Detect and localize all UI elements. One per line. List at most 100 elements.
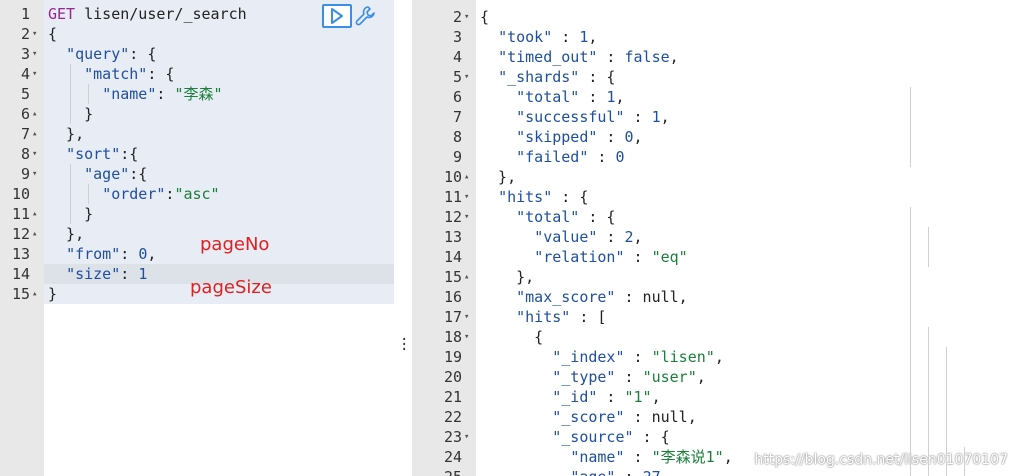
code-text: "age":{: [84, 165, 148, 183]
line-number: 16: [443, 288, 462, 306]
code-text: "hits" : [: [516, 308, 607, 326]
line-number: 24: [443, 448, 462, 466]
code-line: 3 "took" : 1,: [412, 27, 1016, 47]
fold-toggle-icon[interactable]: ▴: [464, 267, 469, 287]
code-text: "skipped" : 0,: [516, 128, 643, 146]
fold-toggle-icon[interactable]: ▾: [464, 427, 469, 447]
code-line: 19 "_index" : "lisen",: [412, 347, 1016, 367]
line-number: 13: [11, 245, 30, 263]
code-text: "_score" : null,: [552, 408, 697, 426]
line-number: 10: [443, 168, 462, 186]
code-text: }: [48, 285, 58, 303]
code-text: "from": 0,: [66, 245, 157, 263]
fold-toggle-icon[interactable]: ▴: [32, 224, 37, 244]
fold-toggle-icon[interactable]: ▴: [32, 104, 37, 124]
line-number: 7: [452, 108, 462, 126]
run-request-button[interactable]: [322, 4, 352, 28]
drag-handle-icon: · · ·: [400, 332, 409, 358]
code-text: "order":"asc": [102, 185, 220, 203]
code-line: 23 ▾ "_source" : {: [412, 427, 1016, 447]
code-text: },: [48, 225, 85, 243]
indent-guide: [946, 347, 947, 476]
fold-toggle-icon[interactable]: ▾: [464, 7, 469, 27]
code-line: 7 ▴ },: [0, 124, 394, 144]
line-number: 23: [443, 428, 462, 446]
line-number: 15: [11, 285, 30, 303]
code-text: {: [480, 8, 490, 26]
line-number: 11: [443, 188, 462, 206]
fold-toggle-icon[interactable]: ▴: [32, 284, 37, 304]
code-line: 8 "skipped" : 0,: [412, 127, 1016, 147]
fold-toggle-icon[interactable]: ▾: [32, 64, 37, 84]
code-text: "sort":{: [66, 145, 139, 163]
line-number: 8: [452, 128, 462, 146]
code-line: 15 ▴ },: [412, 267, 1016, 287]
code-line: 14 "relation" : "eq": [412, 247, 1016, 267]
code-line: 8 ▾ "sort":{: [0, 144, 394, 164]
line-number: 14: [443, 248, 462, 266]
code-line: 20 "_type" : "user",: [412, 367, 1016, 387]
code-line: 13 "from": 0,: [0, 244, 394, 264]
code-line: 9 "failed" : 0: [412, 147, 1016, 167]
code-text: "query": {: [66, 45, 157, 63]
annotation-page-no: pageNo: [200, 234, 270, 255]
play-icon: [331, 8, 343, 24]
request-editor[interactable]: 1 GET lisen/user/_search 2 ▾{3 ▾ "query": {4…: [0, 0, 394, 476]
indent-guide: [964, 447, 965, 476]
code-line: 21 "_id" : "1",: [412, 387, 1016, 407]
indent-guide: [70, 64, 71, 124]
fold-toggle-icon[interactable]: ▾: [464, 187, 469, 207]
fold-toggle-icon[interactable]: ▾: [32, 24, 37, 44]
code-line: 6 "total" : 1,: [412, 87, 1016, 107]
response-viewer[interactable]: 2 ▾{3 "took" : 1, 4 "timed_out" : false, 5 ▾…: [412, 0, 1016, 476]
code-line: 2 ▾ {: [412, 7, 1016, 27]
line-number: 1: [20, 5, 30, 23]
code-text: GET lisen/user/_search: [48, 5, 247, 23]
pane-resize-handle[interactable]: · · ·: [394, 0, 412, 476]
indent-guide: [928, 227, 929, 267]
line-number: 19: [443, 348, 462, 366]
code-line: 7 "successful" : 1,: [412, 107, 1016, 127]
fold-toggle-icon[interactable]: ▾: [32, 44, 37, 64]
fold-toggle-icon[interactable]: ▾: [32, 144, 37, 164]
indent-guide: [910, 207, 911, 476]
line-number: 21: [443, 388, 462, 406]
code-text: "_id" : "1",: [552, 388, 661, 406]
code-text: "match": {: [84, 65, 175, 83]
indent-guide: [928, 327, 929, 476]
fold-toggle-icon[interactable]: ▴: [464, 167, 469, 187]
indent-guide: [88, 84, 89, 104]
code-line: 16 "max_score" : null,: [412, 287, 1016, 307]
code-line: 4 "timed_out" : false,: [412, 47, 1016, 67]
line-number: 22: [443, 408, 462, 426]
code-text: "age" : 27,: [480, 467, 669, 476]
code-line: 12 ▴ },: [0, 224, 394, 244]
line-number: 2: [20, 25, 30, 43]
wrench-icon[interactable]: [354, 4, 376, 26]
code-text: "_type" : "user",: [552, 368, 706, 386]
fold-toggle-icon[interactable]: ▾: [464, 207, 469, 227]
fold-toggle-icon[interactable]: ▴: [32, 204, 37, 224]
fold-toggle-icon[interactable]: ▴: [32, 124, 37, 144]
fold-toggle-icon[interactable]: ▾: [464, 67, 469, 87]
code-text: "relation" : "eq": [534, 248, 688, 266]
code-text: "timed_out" : false,: [498, 48, 679, 66]
line-number: 3: [452, 28, 462, 46]
code-line: 3 ▾ "query": {: [0, 44, 394, 64]
code-text: "name": "李森": [102, 85, 223, 103]
fold-toggle-icon[interactable]: ▾: [464, 327, 469, 347]
line-number: 9: [452, 148, 462, 166]
code-text: "max_score" : null,: [516, 288, 688, 306]
fold-toggle-icon[interactable]: ▾: [464, 307, 469, 327]
line-number: 12: [443, 208, 462, 226]
line-number: 2: [452, 8, 462, 26]
watermark: https://blog.csdn.net/lisen01070107: [754, 452, 1008, 468]
line-number: 13: [443, 228, 462, 246]
line-number: 4: [20, 65, 30, 83]
line-number: 4: [452, 48, 462, 66]
line-number: 20: [443, 368, 462, 386]
code-line: 10 "order":"asc": [0, 184, 394, 204]
code-line: 6 ▴ }: [0, 104, 394, 124]
line-number: 9: [20, 165, 30, 183]
fold-toggle-icon[interactable]: ▾: [32, 164, 37, 184]
